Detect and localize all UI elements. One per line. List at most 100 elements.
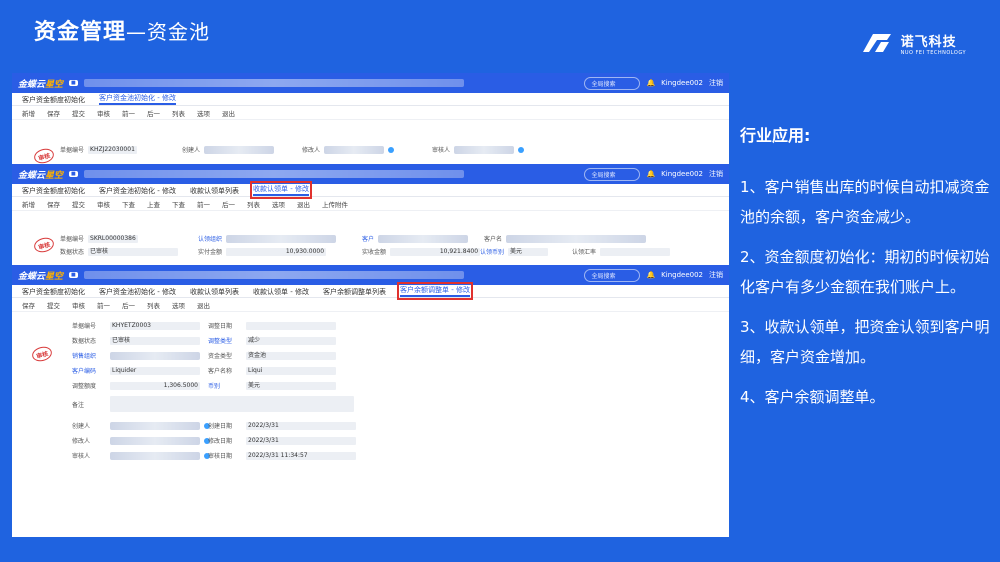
field-value[interactable] — [506, 234, 647, 243]
tool-list[interactable]: 列表 — [172, 108, 185, 118]
field-value[interactable]: 已审核 — [110, 336, 200, 345]
bell-icon[interactable]: 🔔 — [646, 170, 655, 178]
tool[interactable]: 保存 — [47, 199, 60, 209]
tab[interactable]: 客户资金池初始化 - 修改 — [99, 186, 176, 196]
tool[interactable]: 后一 — [222, 199, 235, 209]
tool-submit[interactable]: 提交 — [72, 108, 85, 118]
field-value[interactable]: 2022/3/31 11:34:57 — [246, 451, 356, 460]
tab-active[interactable]: 客户资金池初始化 - 修改 — [99, 93, 176, 105]
tool-audit[interactable]: 审核 — [97, 108, 110, 118]
field-value[interactable] — [110, 351, 200, 360]
field: 创建日期 2022/3/31 — [208, 421, 356, 430]
lookup-icon[interactable] — [388, 146, 395, 153]
field-value[interactable]: 2022/3/31 — [246, 421, 356, 430]
tool[interactable]: 上传附件 — [322, 199, 348, 209]
tool[interactable]: 前一 — [97, 300, 110, 310]
field-label: 审核日期 — [208, 453, 233, 460]
tab[interactable]: 客户资金池初始化 - 修改 — [99, 287, 176, 297]
field-value[interactable]: 2022/3/31 — [246, 436, 356, 445]
remark-input[interactable] — [110, 396, 354, 412]
tab[interactable]: 客户余额调整单列表 — [323, 287, 386, 297]
field-value[interactable]: 10,921.8400 — [390, 247, 481, 256]
field-label: 数据状态 — [72, 338, 97, 345]
tool-new[interactable]: 新增 — [22, 108, 35, 118]
panel-item: 1、客户销售出库的时候自动扣减资金池的余额，客户资金减少。 — [740, 178, 990, 226]
field-value[interactable] — [204, 145, 275, 154]
tool[interactable]: 下查 — [172, 199, 185, 209]
bell-icon[interactable]: 🔔 — [646, 271, 655, 279]
field-value[interactable] — [454, 145, 515, 154]
field-value[interactable]: SKRL00000386 — [88, 234, 138, 243]
tool[interactable]: 选项 — [172, 300, 185, 310]
tool[interactable]: 前一 — [197, 199, 210, 209]
tool[interactable]: 保存 — [22, 300, 35, 310]
field-value[interactable]: 美元 — [246, 381, 336, 390]
field-value[interactable]: 10,930.0000 — [226, 247, 327, 256]
field-label: 实收金额 — [362, 249, 387, 256]
tool[interactable]: 提交 — [72, 199, 85, 209]
field-value[interactable] — [226, 234, 337, 243]
logout-link[interactable]: 注销 — [709, 78, 723, 88]
field: 认领汇率 — [572, 247, 671, 256]
tab[interactable]: 客户资金额度初始化 — [22, 186, 85, 196]
logout-link[interactable]: 注销 — [709, 270, 723, 280]
field-value[interactable]: Liqui — [246, 366, 336, 375]
field-value[interactable] — [110, 421, 200, 430]
user-name[interactable]: Kingdee002 — [661, 271, 703, 279]
field-label: 调整日期 — [208, 323, 233, 330]
tool-prev[interactable]: 前一 — [122, 108, 135, 118]
field-value[interactable]: KHZJ22030001 — [88, 145, 137, 154]
field-value[interactable] — [246, 321, 336, 330]
field-value[interactable] — [600, 247, 671, 256]
tool[interactable]: 退出 — [297, 199, 310, 209]
tool[interactable]: 提交 — [47, 300, 60, 310]
field-value[interactable]: 减少 — [246, 336, 336, 345]
search-input[interactable]: 全局搜索 — [584, 268, 641, 282]
tool[interactable]: 下查 — [122, 199, 135, 209]
field-label: 创建日期 — [208, 423, 233, 430]
field-value[interactable] — [324, 145, 385, 154]
field-value[interactable] — [110, 451, 200, 460]
field-value[interactable] — [110, 436, 200, 445]
field: 销售组织 — [72, 351, 200, 360]
field-value[interactable]: 美元 — [508, 247, 549, 256]
tool-exit[interactable]: 退出 — [222, 108, 235, 118]
tool[interactable]: 新增 — [22, 199, 35, 209]
search-input[interactable]: 全局搜索 — [584, 167, 641, 181]
tool[interactable]: 选项 — [272, 199, 285, 209]
tool[interactable]: 后一 — [122, 300, 135, 310]
tab-active[interactable]: 客户余额调整单 - 修改 — [396, 282, 473, 300]
title-sub: —资金池 — [126, 20, 211, 44]
field-value[interactable]: Liquider — [110, 366, 200, 375]
logout-link[interactable]: 注销 — [709, 169, 723, 179]
tool[interactable]: 列表 — [247, 199, 260, 209]
tab[interactable]: 收款认领单 - 修改 — [253, 287, 309, 297]
tool-options[interactable]: 选项 — [197, 108, 210, 118]
tab[interactable]: 收款认领单列表 — [190, 287, 239, 297]
tool-save[interactable]: 保存 — [47, 108, 60, 118]
panel-heading: 行业应用: — [740, 126, 811, 145]
field-value[interactable]: 已审核 — [88, 247, 179, 256]
tab-active[interactable]: 收款认领单 - 修改 — [249, 181, 312, 199]
tool[interactable]: 上查 — [147, 199, 160, 209]
field-value[interactable] — [378, 234, 469, 243]
tab[interactable]: 客户资金额度初始化 — [22, 287, 85, 297]
field-value[interactable]: 1,306.5000 — [110, 381, 200, 390]
search-input[interactable]: 全局搜索 — [584, 76, 641, 90]
tool-next[interactable]: 后一 — [147, 108, 160, 118]
tool[interactable]: 列表 — [147, 300, 160, 310]
tab[interactable]: 客户资金额度初始化 — [22, 95, 85, 105]
user-name[interactable]: Kingdee002 — [661, 79, 703, 87]
tab[interactable]: 收款认领单列表 — [190, 186, 239, 196]
toolbar: 新增 保存 提交 审核 前一 后一 列表 选项 退出 — [12, 106, 729, 120]
bell-icon[interactable]: 🔔 — [646, 79, 655, 87]
field-value[interactable]: KHYETZ0003 — [110, 321, 200, 330]
field-value[interactable]: 资金池 — [246, 351, 336, 360]
tool[interactable]: 退出 — [197, 300, 210, 310]
tool[interactable]: 审核 — [97, 199, 110, 209]
lookup-icon[interactable] — [518, 146, 525, 153]
brand-name: 金蝶云 — [18, 271, 46, 282]
app-topbar: 金蝶云星空 ■ 全局搜索 🔔 Kingdee002 注销 — [12, 73, 729, 93]
user-name[interactable]: Kingdee002 — [661, 170, 703, 178]
tool[interactable]: 审核 — [72, 300, 85, 310]
